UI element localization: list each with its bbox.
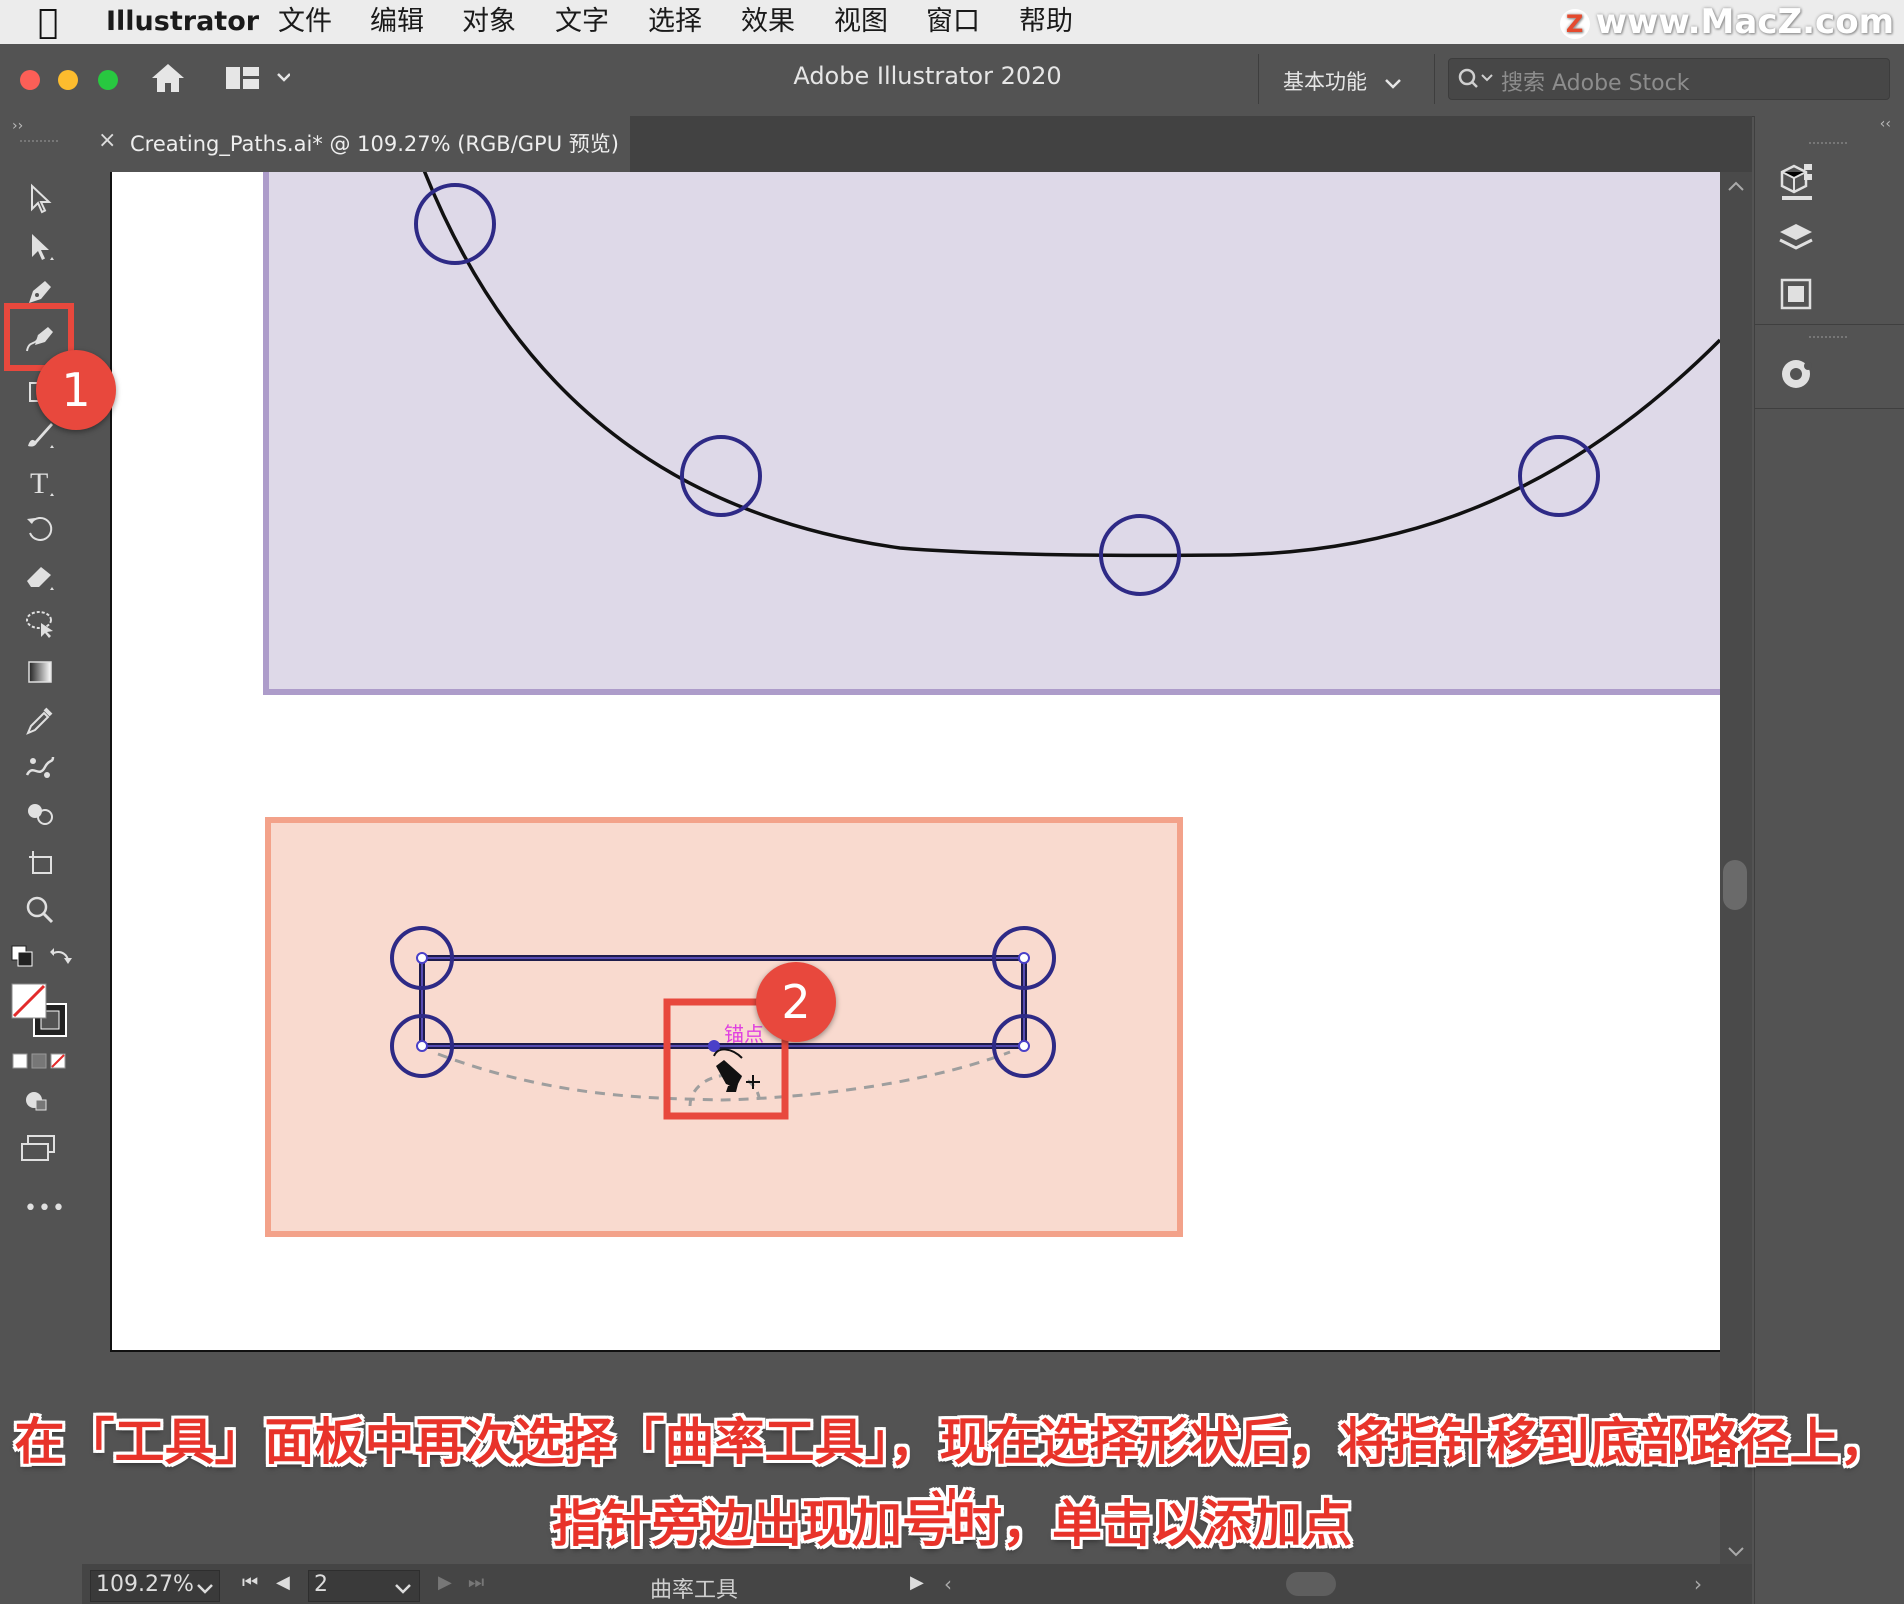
layers-panel-icon[interactable] xyxy=(1774,216,1820,262)
instruction-caption-line-2: 指针旁边出现加号时，单击以添加点 xyxy=(552,1495,1352,1553)
scroll-up-icon[interactable] xyxy=(1726,178,1746,197)
libraries-panel-icon[interactable] xyxy=(1774,160,1820,206)
artwork-layer xyxy=(263,172,1720,1237)
step-1-badge: 1 xyxy=(36,350,116,430)
anchor-tooltip: 锚点 xyxy=(724,1022,764,1046)
zoom-level-value: 109.27% xyxy=(96,1572,194,1597)
panel-grip[interactable] xyxy=(1809,142,1847,148)
previous-artboard-icon[interactable]: ◀ xyxy=(276,1572,290,1593)
divider xyxy=(1755,324,1904,325)
scroll-right-icon[interactable]: › xyxy=(1694,1572,1702,1596)
panel-grip[interactable] xyxy=(1809,336,1847,342)
artboard-number-value: 2 xyxy=(314,1572,328,1597)
current-tool-name: 曲率工具 xyxy=(650,1578,739,1603)
chevron-down-icon[interactable] xyxy=(196,1580,214,1599)
scrollbar-thumb[interactable] xyxy=(1723,860,1747,910)
collapse-panel-icon[interactable]: ‹‹ xyxy=(1880,116,1891,132)
divider xyxy=(1755,408,1904,409)
status-menu-icon[interactable]: ▶ xyxy=(910,1572,924,1593)
step-2-badge: 2 xyxy=(756,962,836,1042)
scroll-left-icon[interactable]: ‹ xyxy=(944,1572,952,1596)
first-artboard-icon[interactable]: ⏮ xyxy=(242,1572,258,1593)
appearance-panel-icon[interactable] xyxy=(1774,352,1820,398)
right-panel-dock: ‹‹ xyxy=(1754,116,1904,1604)
artboards-panel-icon[interactable] xyxy=(1774,272,1820,318)
purple-rectangle xyxy=(263,172,1720,695)
last-artboard-icon[interactable]: ⏭ xyxy=(468,1572,484,1593)
next-artboard-icon[interactable]: ▶ xyxy=(438,1572,452,1593)
chevron-down-icon[interactable] xyxy=(394,1580,412,1599)
horizontal-scroll-thumb[interactable] xyxy=(1286,1572,1336,1596)
